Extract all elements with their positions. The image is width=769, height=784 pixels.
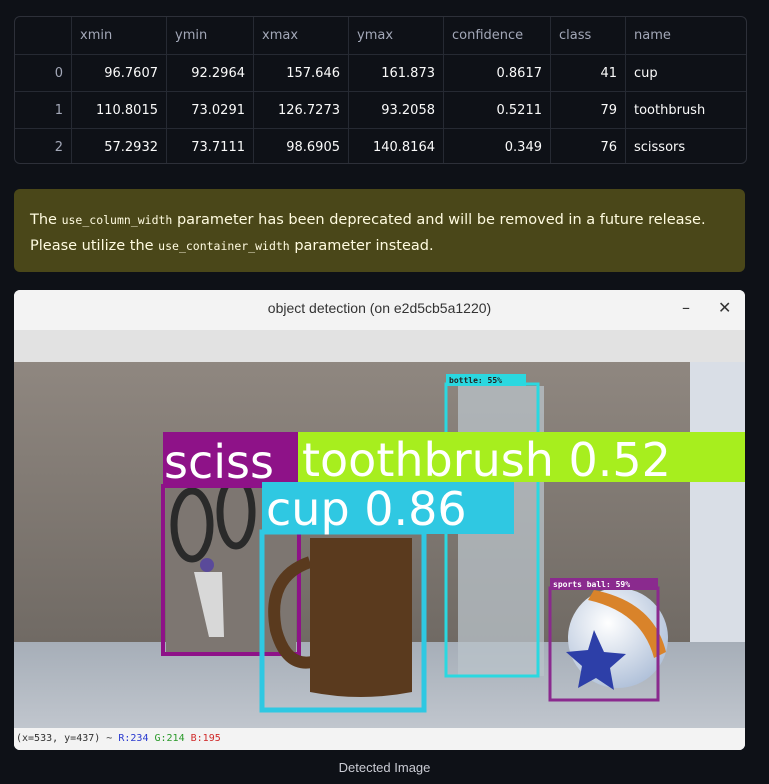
scissors-pivot — [200, 558, 214, 572]
bottle-label: bottle: 55% — [449, 376, 502, 385]
cell-name[interactable]: cup — [625, 54, 746, 92]
detected-image: object detection (on e2d5cb5a1220) – ✕ b… — [14, 290, 745, 750]
close-icon[interactable]: ✕ — [718, 298, 731, 317]
detection-scene: bottle: 55% sciss cup 0.86 toothbrush 0.… — [14, 362, 745, 750]
column-header-class[interactable]: class — [550, 17, 626, 55]
warning-code-use-container-width: use_container_width — [158, 239, 290, 253]
table-header-row: xmin ymin xmax ymax confidence class nam… — [15, 17, 746, 55]
cell-ymin[interactable]: 92.2964 — [166, 54, 254, 92]
cell-class[interactable]: 79 — [550, 91, 626, 129]
cell-ymin[interactable]: 73.0291 — [166, 91, 254, 129]
status-b: B:195 — [190, 733, 221, 744]
cell-confidence[interactable]: 0.349 — [443, 128, 551, 163]
cell-confidence[interactable]: 0.5211 — [443, 91, 551, 129]
table-row: 2 57.2932 73.7111 98.6905 140.8164 0.349… — [15, 128, 747, 164]
status-bar: (x=533, y=437) ~ R:234 G:214 B:195 — [14, 728, 745, 750]
cell-xmin[interactable]: 57.2932 — [71, 128, 167, 163]
status-g: G:214 — [154, 733, 185, 744]
toothbrush-label: toothbrush 0.52 — [302, 433, 671, 487]
column-header-xmin[interactable]: xmin — [71, 17, 167, 55]
column-header-confidence[interactable]: confidence — [443, 17, 551, 55]
cell-name[interactable]: scissors — [626, 129, 747, 164]
cell-confidence[interactable]: 0.8617 — [443, 54, 551, 92]
cell-name[interactable]: toothbrush — [625, 91, 746, 129]
warning-code-use-column-width: use_column_width — [61, 213, 173, 227]
image-caption: Detected Image — [338, 760, 431, 775]
column-header-index[interactable] — [15, 17, 72, 55]
row-index[interactable]: 1 — [15, 91, 72, 129]
cell-ymax[interactable]: 161.873 — [348, 54, 444, 92]
status-coords: (x=533, y=437) ~ — [16, 733, 113, 744]
status-r: R:234 — [118, 733, 149, 744]
ball-label: sports ball: 59% — [553, 580, 630, 589]
cell-xmax[interactable]: 126.7273 — [253, 91, 349, 129]
column-header-name[interactable]: name — [625, 17, 746, 55]
table-row: 0 96.7607 92.2964 157.646 161.873 0.8617… — [15, 54, 746, 92]
row-index[interactable]: 2 — [15, 128, 72, 163]
warning-text-3: parameter instead. — [289, 238, 434, 254]
window-title: object detection (on e2d5cb5a1220) — [267, 300, 492, 316]
table-row: 1 110.8015 73.0291 126.7273 93.2058 0.52… — [15, 91, 746, 129]
cell-ymin[interactable]: 73.7111 — [166, 128, 254, 163]
warning-text-1: The — [30, 212, 62, 228]
cell-class[interactable]: 41 — [550, 54, 626, 92]
window-toolbar — [14, 330, 745, 362]
deprecation-warning: The use_column_width parameter has been … — [14, 189, 745, 272]
minimize-icon[interactable]: – — [682, 298, 690, 317]
window-titlebar: object detection (on e2d5cb5a1220) – ✕ — [14, 290, 745, 330]
cup-label: cup 0.86 — [266, 482, 467, 536]
dataframe-table[interactable]: xmin ymin xmax ymax confidence class nam… — [14, 16, 747, 164]
window-right — [690, 362, 745, 662]
detections-table: xmin ymin xmax ymax confidence class nam… — [15, 17, 747, 164]
cup-body — [310, 538, 412, 697]
column-header-xmax[interactable]: xmax — [253, 17, 349, 55]
row-index[interactable]: 0 — [15, 54, 72, 92]
column-header-ymax[interactable]: ymax — [348, 17, 444, 55]
column-header-ymin[interactable]: ymin — [166, 17, 254, 55]
cell-xmin[interactable]: 96.7607 — [71, 54, 167, 92]
scissors-label: sciss — [164, 435, 274, 489]
cell-class[interactable]: 76 — [550, 128, 626, 163]
cell-ymax[interactable]: 93.2058 — [348, 91, 444, 129]
cell-xmin[interactable]: 110.8015 — [71, 91, 167, 129]
cell-ymax[interactable]: 140.8164 — [348, 128, 444, 163]
cell-xmax[interactable]: 98.6905 — [253, 128, 349, 163]
cell-xmax[interactable]: 157.646 — [253, 54, 349, 92]
